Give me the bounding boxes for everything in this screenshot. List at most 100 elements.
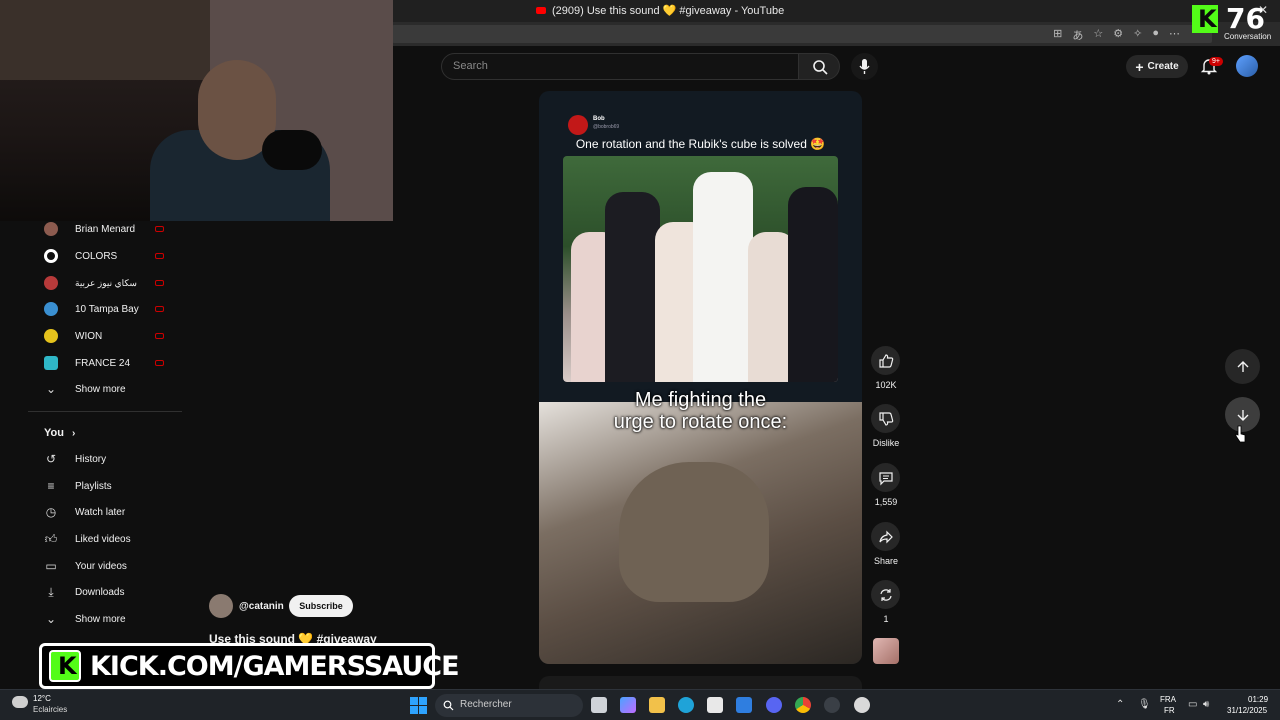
playlists-icon: ≡ (47, 479, 55, 493)
favorite-star-icon[interactable]: ☆ (1093, 27, 1103, 43)
tab-title: (2909) Use this sound 💛 #giveaway - YouT… (552, 5, 785, 17)
copilot-icon[interactable] (620, 697, 636, 713)
live-indicator-icon (155, 360, 164, 366)
sidebar-item-playlists[interactable]: ≡ Playlists (44, 476, 182, 496)
comment-icon (878, 471, 893, 485)
caption-line: Me fighting the (634, 389, 767, 411)
like-button[interactable] (871, 346, 900, 375)
weather-cloud-icon[interactable] (12, 696, 28, 708)
network-icon[interactable]: ▭ (1188, 699, 1197, 710)
tweet-author-handle: @bobrob69 (593, 124, 620, 130)
search-input[interactable]: Search (441, 53, 799, 80)
sidebar-item-watch-later[interactable]: ◷ Watch later (44, 502, 182, 522)
next-short-preview[interactable] (539, 676, 862, 690)
comments-button[interactable] (871, 463, 900, 492)
sidebar-item-france-24[interactable]: FRANCE 24 (44, 353, 182, 373)
show-more-subscriptions[interactable]: ⌄ Show more (44, 379, 182, 399)
browser-tab[interactable]: (2909) Use this sound 💛 #giveaway - YouT… (536, 4, 784, 17)
channel-handle[interactable]: @catanin (239, 601, 284, 612)
search-button[interactable] (798, 53, 840, 80)
edge-browser-icon[interactable] (678, 697, 694, 713)
sidebar-item-label: Your videos (75, 560, 127, 572)
mail-icon[interactable] (736, 697, 752, 713)
sidebar-item-label: Downloads (75, 586, 125, 598)
thumb-down-icon (878, 411, 893, 426)
weather-temperature[interactable]: 12°C (33, 694, 51, 703)
clock-date[interactable]: 31/12/2025 (1227, 706, 1267, 715)
sidebar-item-label: سكاي نيوز عربية (75, 277, 137, 288)
channel-avatar[interactable] (209, 594, 233, 618)
chrome-icon[interactable] (795, 697, 811, 713)
weather-condition[interactable]: Eclaircies (33, 705, 67, 714)
share-button[interactable] (871, 522, 900, 551)
sidebar-item-label: FRANCE 24 (75, 357, 131, 369)
taskbar-search[interactable]: Rechercher (435, 694, 583, 717)
sidebar-item-sky-news-arabia[interactable]: سكاي نيوز عربية (44, 273, 182, 293)
sidebar-item-liked-videos[interactable]: 👍︎ Liked videos (44, 529, 182, 549)
obs-icon[interactable] (824, 697, 840, 713)
volume-icon[interactable]: 🔊︎ (1203, 699, 1209, 710)
clock-time[interactable]: 01:29 (1248, 695, 1268, 704)
comment-count: 1,559 (874, 497, 898, 507)
collections-icon[interactable]: ✧ (1133, 27, 1142, 43)
sidebar-item-10-tampa-bay[interactable]: 10 Tampa Bay (44, 299, 182, 319)
more-menu-icon[interactable]: ⋯ (1169, 27, 1180, 43)
channel-avatar (44, 329, 58, 343)
webcam-microphone (262, 130, 322, 170)
webcam-overlay (0, 0, 393, 221)
prom-photo-image (563, 156, 838, 382)
app-available-icon[interactable]: ⊞ (1053, 27, 1062, 43)
sound-thumbnail[interactable] (873, 638, 899, 664)
remix-button[interactable] (871, 580, 900, 609)
create-label: Create (1147, 61, 1179, 72)
app-icon[interactable] (854, 697, 870, 713)
webcam-bookshelf (0, 0, 210, 80)
tweet-text: One rotation and the Rubik's cube is sol… (575, 137, 826, 151)
live-indicator-icon (155, 306, 164, 312)
like-count: 102K (875, 380, 897, 390)
tweet-avatar (568, 115, 588, 135)
extensions-icon[interactable]: ⚙ (1113, 27, 1123, 43)
tray-chevron-up-icon[interactable]: ⌃ (1116, 699, 1124, 710)
channel-avatar (44, 249, 58, 263)
account-avatar[interactable] (1236, 55, 1258, 77)
thumb-up-icon: 👍︎ (44, 531, 58, 546)
remix-icon (879, 588, 892, 601)
tweet-author-name: Bob (593, 116, 605, 122)
caption-line: urge to rotate once: (613, 411, 788, 433)
screen: (2909) Use this sound 💛 #giveaway - YouT… (0, 0, 1280, 720)
short-video-player[interactable]: Bob @bobrob69 One rotation and the Rubik… (539, 91, 862, 664)
sidebar-item-label: WION (75, 330, 103, 342)
sidebar-item-label: Liked videos (75, 533, 131, 545)
profile-icon[interactable]: ● (1152, 27, 1159, 43)
sidebar-item-brian-menard[interactable]: Brian Menard (44, 219, 182, 239)
share-label: Share (873, 556, 899, 566)
store-icon[interactable] (707, 697, 723, 713)
dislike-button[interactable] (871, 404, 900, 433)
voice-search-button[interactable] (851, 53, 878, 80)
tray-microphone-icon[interactable]: 🎙︎ (1138, 699, 1151, 710)
translate-icon[interactable]: あ (1072, 27, 1083, 43)
download-icon: ⤓ (48, 584, 54, 599)
sidebar-item-wion[interactable]: WION (44, 326, 182, 346)
keyboard-language[interactable]: FRA (1160, 695, 1176, 704)
chevron-down-icon: ⌄ (45, 612, 57, 626)
sidebar-item-downloads[interactable]: ⤓ Downloads (44, 582, 182, 602)
sidebar-you-heading[interactable]: You › (44, 427, 75, 439)
keyboard-layout[interactable]: FR (1164, 706, 1175, 715)
create-button[interactable]: + Create (1126, 55, 1188, 78)
browser-toolbar-icons: ⊞ あ ☆ ⚙ ✧ ● ⋯ (1053, 27, 1180, 43)
notification-badge: 9+ (1209, 57, 1223, 66)
file-explorer-icon[interactable] (649, 697, 665, 713)
sidebar-item-colors[interactable]: COLORS (44, 246, 182, 266)
sidebar-item-history[interactable]: ↺ History (44, 449, 182, 469)
task-view-icon[interactable] (591, 697, 607, 713)
discord-icon[interactable] (766, 697, 782, 713)
cat-video-frame (539, 402, 862, 664)
previous-short-button[interactable] (1225, 349, 1260, 384)
windows-start-icon[interactable] (410, 697, 427, 714)
sidebar-item-your-videos[interactable]: ▭ Your videos (44, 556, 182, 576)
show-more-you[interactable]: ⌄ Show more (44, 609, 182, 629)
live-indicator-icon (155, 226, 164, 232)
subscribe-button[interactable]: Subscribe (289, 595, 353, 617)
